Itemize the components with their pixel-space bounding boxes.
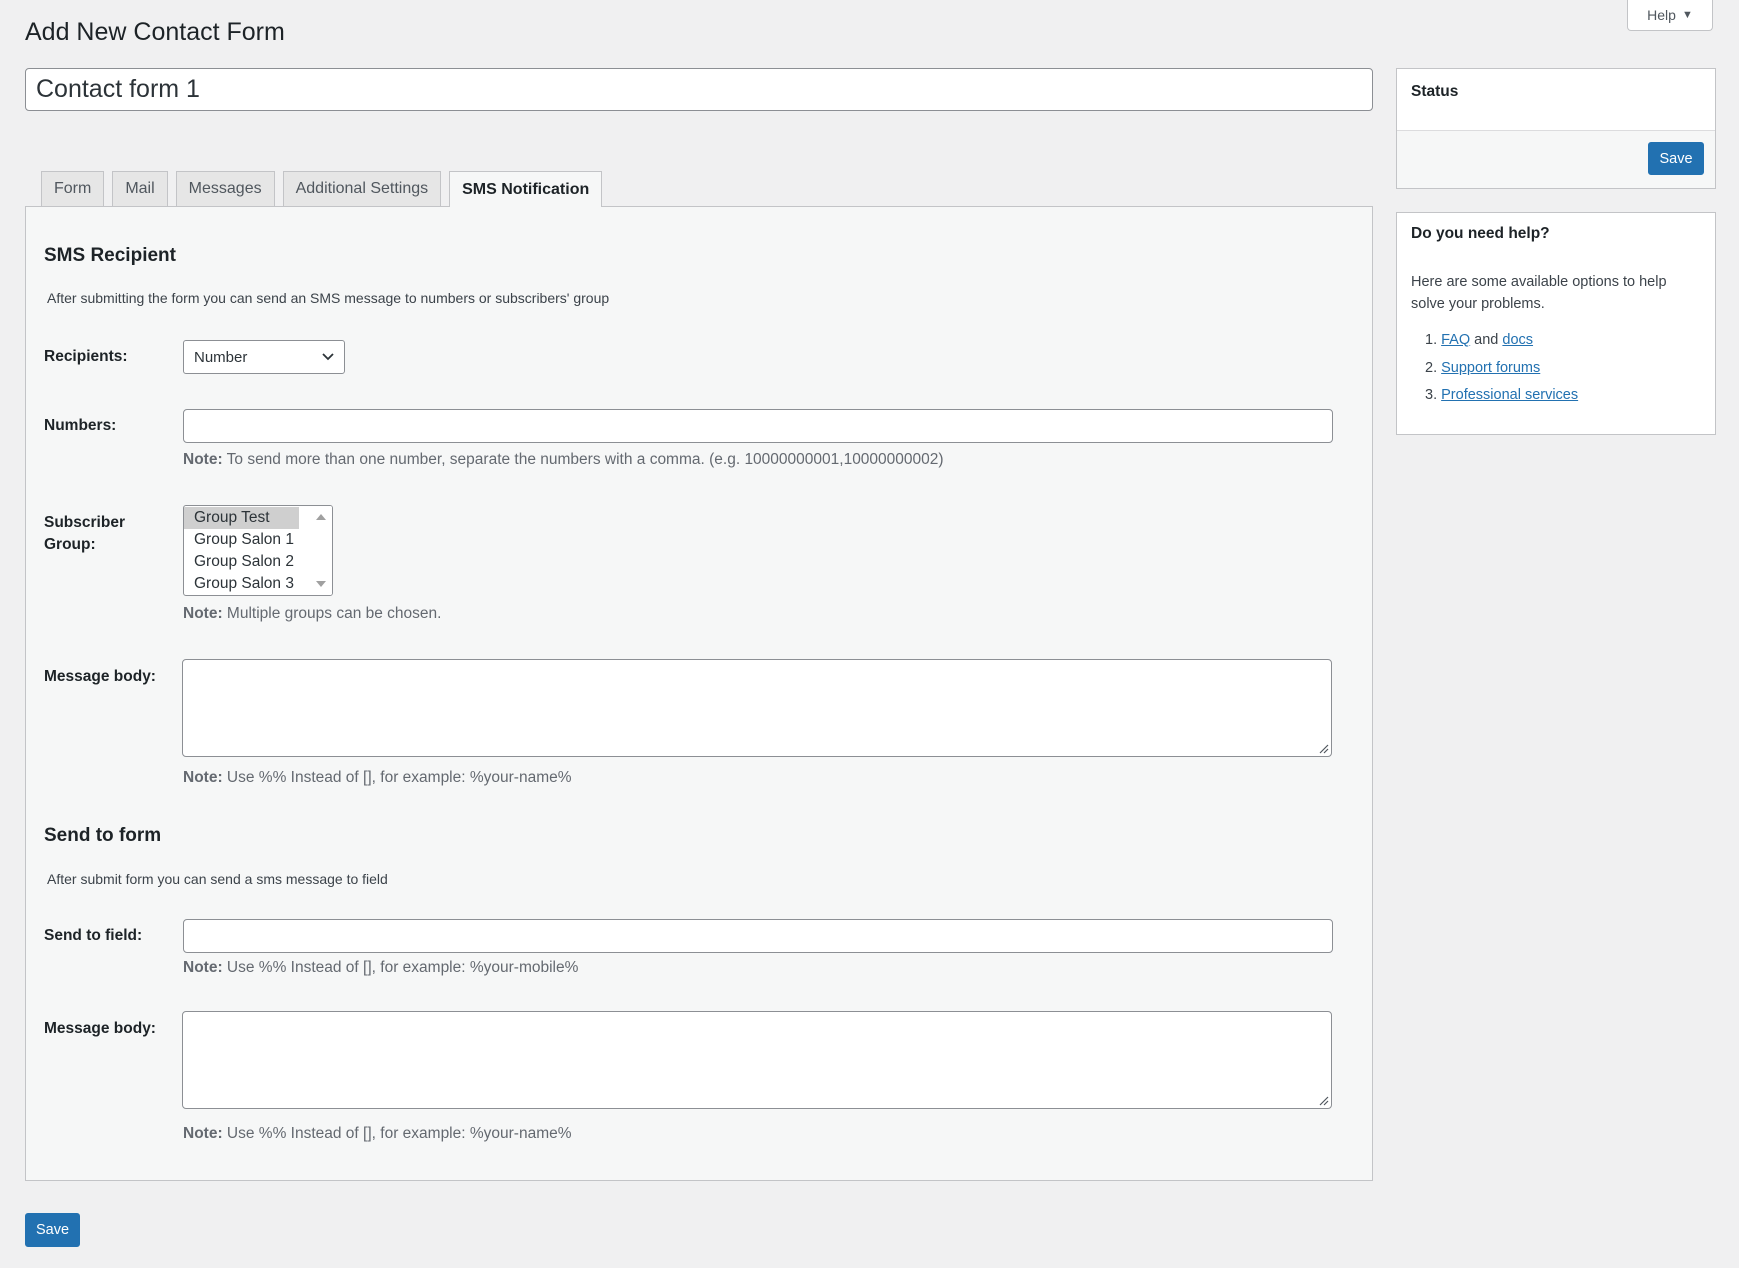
listbox-scrollbar[interactable]: [310, 506, 332, 595]
caret-down-icon: ▼: [1681, 9, 1693, 21]
numbers-input[interactable]: [183, 409, 1333, 443]
recipients-selected-value: Number: [194, 348, 248, 366]
send-message-note-bold: Note:: [183, 1125, 223, 1142]
sms-recipient-title: SMS Recipient: [44, 245, 176, 266]
tab-additional-settings[interactable]: Additional Settings: [282, 171, 442, 206]
professional-services-link[interactable]: Professional services: [1441, 387, 1578, 403]
chevron-down-icon: [322, 353, 334, 361]
tab-bar: Form Mail Messages Additional Settings S…: [41, 171, 603, 207]
scroll-down-arrow-icon[interactable]: [316, 581, 326, 587]
group-option[interactable]: Group Salon 1: [184, 529, 299, 551]
status-box-title: Status: [1411, 83, 1459, 100]
recipients-label: Recipients:: [44, 348, 128, 365]
list-item: 3. Professional services: [1411, 384, 1578, 412]
resize-grip-icon[interactable]: [1317, 1094, 1329, 1106]
docs-link[interactable]: docs: [1502, 332, 1533, 348]
send-message-note-text: Use %% Instead of [], for example: %your…: [222, 1125, 572, 1142]
send-to-field-label: Send to field:: [44, 927, 143, 944]
send-to-field-input[interactable]: [183, 919, 1333, 953]
help-tab-button[interactable]: Help ▼: [1627, 0, 1713, 31]
send-to-form-title: Send to form: [44, 825, 162, 846]
tab-form[interactable]: Form: [41, 171, 105, 206]
help-box-text: Here are some available options to help …: [1411, 274, 1667, 312]
send-to-field-note: Note: Use %% Instead of [], for example:…: [183, 959, 578, 977]
numbers-note-text: To send more than one number, separate t…: [222, 451, 944, 468]
group-option[interactable]: Group Salon 3: [184, 573, 299, 595]
subscriber-group-note: Note: Multiple groups can be chosen.: [183, 605, 441, 623]
numbers-label: Numbers:: [44, 417, 117, 434]
subscriber-group-label: Subscriber Group:: [44, 514, 125, 553]
send-message-body-note: Note: Use %% Instead of [], for example:…: [183, 1125, 572, 1143]
status-box: Status Save: [1396, 68, 1716, 189]
message-body-label: Message body:: [44, 668, 156, 685]
list-number: 2.: [1425, 359, 1438, 376]
list-number: 3.: [1425, 387, 1438, 403]
help-options-list: 1. FAQ and docs 2. Support forums 3. Pro…: [1411, 329, 1578, 412]
list-item: 1. FAQ and docs: [1411, 329, 1578, 357]
message-note-text: Use %% Instead of [], for example: %your…: [222, 769, 572, 786]
group-option[interactable]: Group Test: [184, 507, 299, 529]
group-note-text: Multiple groups can be chosen.: [222, 605, 442, 622]
page-title: Add New Contact Form: [25, 18, 285, 46]
group-note-bold: Note:: [183, 605, 223, 622]
list-item: 2. Support forums: [1411, 357, 1578, 385]
form-title-input[interactable]: [25, 68, 1373, 111]
numbers-note-bold: Note:: [183, 451, 223, 468]
numbers-note: Note: To send more than one number, sepa…: [183, 451, 944, 469]
status-save-button[interactable]: Save: [1648, 142, 1704, 175]
faq-link[interactable]: FAQ: [1441, 332, 1470, 348]
list-number: 1.: [1425, 332, 1438, 348]
tab-messages[interactable]: Messages: [175, 171, 275, 206]
send-message-body-label: Message body:: [44, 1020, 156, 1037]
support-forums-link[interactable]: Support forums: [1441, 360, 1540, 376]
field-note-bold: Note:: [183, 959, 223, 976]
message-body-note: Note: Use %% Instead of [], for example:…: [183, 769, 572, 787]
status-box-footer: Save: [1397, 130, 1715, 188]
send-to-form-description: After submit form you can send a sms mes…: [47, 871, 388, 887]
group-option[interactable]: Group Salon 2: [184, 551, 299, 573]
tab-sms-notification[interactable]: SMS Notification: [449, 171, 603, 207]
message-body-textarea[interactable]: [182, 659, 1332, 757]
help-box: Do you need help? Here are some availabl…: [1396, 212, 1716, 435]
resize-grip-icon[interactable]: [1317, 742, 1329, 754]
send-message-body-textarea[interactable]: [182, 1011, 1332, 1109]
help-label: Help: [1647, 7, 1676, 23]
subscriber-group-listbox[interactable]: Group Test Group Salon 1 Group Salon 2 G…: [183, 505, 333, 596]
and-text: and: [1470, 332, 1503, 348]
help-box-title: Do you need help?: [1411, 225, 1550, 242]
recipients-select[interactable]: Number: [183, 340, 345, 374]
message-note-bold: Note:: [183, 769, 223, 786]
field-note-text: Use %% Instead of [], for example: %your…: [222, 959, 579, 976]
sms-notification-panel: SMS Recipient After submitting the form …: [25, 206, 1373, 1181]
save-button[interactable]: Save: [25, 1213, 80, 1247]
tab-mail[interactable]: Mail: [112, 171, 168, 206]
sms-recipient-description: After submitting the form you can send a…: [47, 290, 610, 306]
scroll-up-arrow-icon[interactable]: [316, 514, 326, 520]
